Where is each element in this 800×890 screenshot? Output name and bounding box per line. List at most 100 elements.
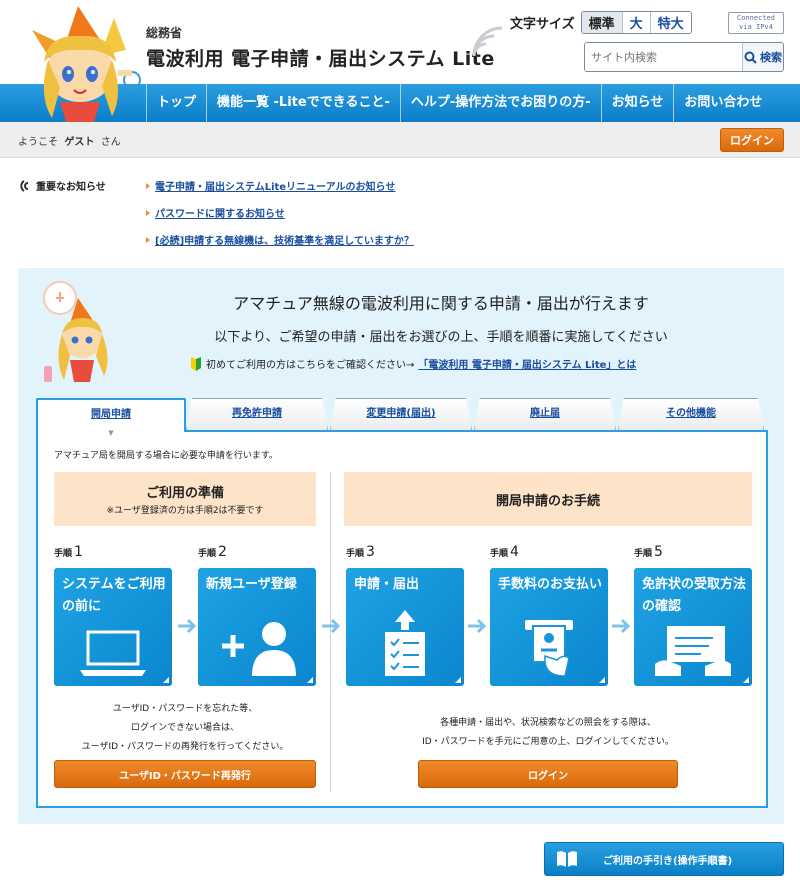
header-login-button[interactable]: ログイン — [720, 128, 784, 152]
site-search: 検索 — [584, 42, 784, 72]
add-user-icon — [222, 622, 296, 676]
nav-item-features[interactable]: 機能一覧 -Liteでできること- — [206, 84, 400, 122]
laptop-icon — [80, 630, 146, 676]
step-card-receive-license[interactable]: 免許状の受取方法の確認 — [634, 568, 752, 686]
welcome-bar: ようこそ ゲスト さん ログイン — [0, 122, 800, 158]
tab-relicense[interactable]: 再免許申請 — [186, 398, 328, 430]
tab-description: アマチュア局を開局する場合に必要な申請を行います。 — [54, 451, 278, 461]
nav-item-news[interactable]: お知らせ — [600, 84, 674, 122]
nav-item-help[interactable]: ヘルプ-操作方法でお困りの方- — [399, 84, 601, 122]
notice-list: 電子申請・届出システムLiteリニューアルのお知らせ パスワードに関するお知らせ… — [146, 178, 414, 259]
font-size-options: 標準 大 特大 — [580, 11, 692, 34]
step-card-title: 免許状の受取方法の確認 — [642, 577, 747, 614]
tab-new-station[interactable]: 開局申請 — [36, 398, 186, 432]
ipv4-badge-line2: via IPv4 — [739, 23, 773, 31]
reissue-help-text: ユーザID・パスワードを忘れた等、 ログインできない場合は、 ユーザID・パスワ… — [54, 700, 316, 757]
ipv4-badge-line1: Connected — [737, 14, 775, 22]
preparation-title: ご利用の準備 — [145, 486, 224, 501]
step-prefix: 手順 — [54, 549, 73, 559]
about-system-link[interactable]: 「電波利用 電子申請・届出システム Lite」とは — [418, 356, 636, 371]
step-number: 2 — [218, 544, 227, 560]
step-card-title: 申請・届出 — [354, 577, 420, 592]
step-prefix: 手順 — [198, 549, 217, 559]
arrow-right-icon — [322, 618, 341, 634]
step-label-1: 手順 1 — [54, 544, 83, 560]
search-button[interactable]: 検索 — [742, 43, 783, 71]
notice-link-technical[interactable]: [必読]申請する無線機は、技術基準を満足していますか？ — [155, 232, 414, 247]
notice-link-renewal[interactable]: 電子申請・届出システムLiteリニューアルのお知らせ — [155, 178, 395, 193]
step-prefix: 手順 — [346, 549, 365, 559]
tab-change[interactable]: 変更申請(届出) — [330, 398, 472, 430]
site-title[interactable]: 電波利用 電子申請・届出システム Lite — [146, 44, 495, 71]
step-prefix: 手順 — [634, 549, 653, 559]
notice-item: [必読]申請する無線機は、技術基準を満足していますか？ — [146, 232, 414, 247]
font-size-switcher: 文字サイズ 標準 大 特大 — [510, 11, 692, 34]
radio-wave-icon — [472, 26, 503, 57]
help-line: ユーザID・パスワードの再発行を行ってください。 — [81, 742, 289, 752]
step-card-application[interactable]: 申請・届出 — [346, 568, 464, 686]
payment-icon — [525, 620, 573, 676]
step-label-4: 手順 4 — [490, 544, 519, 560]
step-card-before-use[interactable]: システムをご利用の前に — [54, 568, 172, 686]
first-time-notice: 初めてご利用の方はこちらをご確認ください→ 「電波利用 電子申請・届出システム … — [190, 356, 636, 371]
panel-subtitle: 以下より、ご希望の申請・届出をお選びの上、手順を順番に実施してください — [214, 330, 668, 345]
license-certificate-icon — [655, 626, 731, 676]
help-line: ログインできない場合は、 — [130, 723, 239, 733]
broadcast-icon — [20, 179, 29, 192]
panel-title: アマチュア無線の電波利用に関する申請・届出が行えます — [233, 294, 649, 313]
notice-link-password[interactable]: パスワードに関するお知らせ — [155, 205, 285, 220]
document-upload-icon — [385, 610, 425, 676]
search-input[interactable] — [585, 43, 742, 71]
ministry-name: 総務省 — [146, 26, 183, 40]
nav-item-contact[interactable]: お問い合わせ — [673, 84, 772, 122]
font-size-extra-large[interactable]: 特大 — [650, 12, 691, 33]
step-label-2: 手順 2 — [198, 544, 227, 560]
step-card-title: システムをご利用の前に — [62, 577, 166, 614]
nav-item-top[interactable]: トップ — [146, 84, 206, 122]
tab-other[interactable]: その他機能 — [618, 398, 764, 430]
user-manual-button[interactable]: ご利用の手引き(操作手順書) — [544, 842, 784, 876]
font-size-large[interactable]: 大 — [622, 12, 651, 33]
procedure-header: 開局申請のお手続 — [344, 472, 752, 526]
notice-item: パスワードに関するお知らせ — [146, 205, 414, 220]
font-size-standard[interactable]: 標準 — [581, 12, 623, 33]
reissue-password-button[interactable]: ユーザID・パスワード再発行 — [54, 760, 316, 788]
welcome-prefix: ようこそ — [18, 137, 58, 148]
preparation-header: ご利用の準備 ※ユーザ登録済の方は手順2は不要です — [54, 472, 316, 526]
tab-content: アマチュア局を開局する場合に必要な申請を行います。 ご利用の準備 ※ユーザ登録済… — [36, 430, 768, 808]
step-card-title: 手数料のお支払い — [498, 577, 603, 592]
application-panel: アマチュア無線の電波利用に関する申請・届出が行えます 以下より、ご希望の申請・届… — [18, 268, 784, 824]
book-icon — [557, 851, 577, 867]
step-card-register[interactable]: 新規ユーザ登録 — [198, 568, 316, 686]
beginner-mark-icon — [191, 356, 201, 371]
first-time-text: 初めてご利用の方はこちらをご確認ください→ — [206, 360, 415, 371]
step-number: 3 — [366, 544, 375, 560]
arrow-right-icon — [468, 618, 487, 634]
procedure-title: 開局申請のお手続 — [495, 494, 600, 509]
step-prefix: 手順 — [490, 549, 509, 559]
site-header: 総務省 電波利用 電子申請・届出システム Lite 文字サイズ 標準 大 特大 … — [0, 0, 800, 122]
important-notices: 重要なお知らせ 電子申請・届出システムLiteリニューアルのお知らせ パスワード… — [0, 158, 800, 264]
step-number: 1 — [74, 544, 83, 560]
step-number: 5 — [654, 544, 663, 560]
help-line: 各種申請・届出や、状況検索などの照会をする際は、 — [440, 718, 656, 728]
help-line: ID・パスワードを手元にご用意の上、ログインしてください。 — [422, 737, 674, 747]
arrow-right-icon — [178, 618, 197, 634]
user-manual-label: ご利用の手引き(操作手順書) — [603, 855, 733, 867]
step-card-title: 新規ユーザ登録 — [206, 577, 297, 592]
step-label-5: 手順 5 — [634, 544, 663, 560]
login-button[interactable]: ログイン — [418, 760, 678, 788]
login-help-text: 各種申請・届出や、状況検索などの照会をする際は、 ID・パスワードを手元にご用意… — [344, 714, 752, 752]
help-line: ユーザID・パスワードを忘れた等、 — [112, 704, 258, 714]
search-button-label: 検索 — [760, 51, 782, 64]
mascot-logo-icon[interactable] — [8, 0, 148, 122]
notice-item: 電子申請・届出システムLiteリニューアルのお知らせ — [146, 178, 414, 193]
ipv4-badge: Connected via IPv4 — [728, 12, 784, 34]
tab-bar: 開局申請 再免許申請 変更申請(届出) 廃止届 その他機能 — [36, 398, 768, 432]
notices-heading: 重要なお知らせ — [18, 178, 106, 193]
notices-heading-label: 重要なお知らせ — [36, 182, 106, 193]
preparation-note: ※ユーザ登録済の方は手順2は不要です — [106, 506, 264, 516]
step-number: 4 — [510, 544, 519, 560]
tab-abolish[interactable]: 廃止届 — [474, 398, 616, 430]
step-card-payment[interactable]: 手数料のお支払い — [490, 568, 608, 686]
